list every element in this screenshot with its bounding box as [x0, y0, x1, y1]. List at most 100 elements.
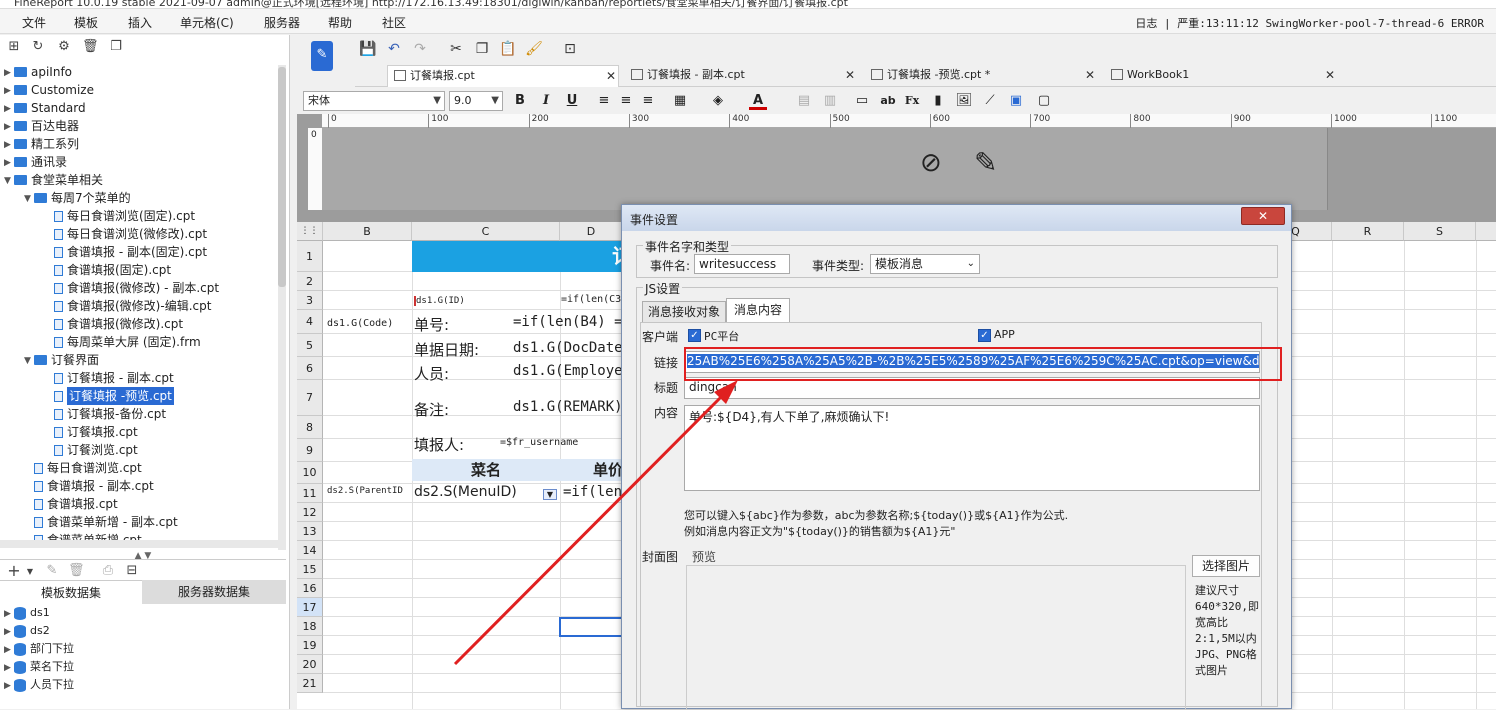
- tree-hscrollbar[interactable]: [0, 540, 286, 548]
- close-icon[interactable]: ✕: [1241, 207, 1285, 225]
- cell-b10[interactable]: ds2.S(ParentID: [327, 486, 403, 496]
- row-header[interactable]: 8: [297, 416, 323, 439]
- tab-doc-2[interactable]: 订餐填报 - 副本.cpt ✕: [625, 65, 857, 87]
- cell-c8[interactable]: 填报人:: [414, 434, 464, 455]
- font-size-select[interactable]: 9.0 ▼: [449, 91, 503, 111]
- tree-item[interactable]: 食谱填报(微修改).cpt: [44, 315, 183, 333]
- tab-doc-3[interactable]: 订餐填报 -预览.cpt * ✕: [865, 65, 1097, 87]
- row-header[interactable]: 11: [297, 484, 323, 503]
- fill-color-icon[interactable]: ◈: [709, 92, 727, 110]
- tab-template-datasets[interactable]: 模板数据集: [0, 580, 142, 604]
- selected-cell[interactable]: [559, 617, 623, 637]
- subreport-icon[interactable]: ▣: [1007, 92, 1025, 110]
- cell-e3[interactable]: =if(len(C3: [561, 294, 621, 305]
- formula-icon[interactable]: Fx: [903, 92, 921, 110]
- row-header[interactable]: 4: [297, 310, 323, 334]
- tree-item[interactable]: 订餐填报.cpt: [44, 423, 138, 441]
- chevron-right-icon[interactable]: ▶: [4, 659, 14, 677]
- chevron-right-icon[interactable]: ▶: [4, 100, 14, 118]
- underline-icon[interactable]: U: [563, 92, 581, 110]
- font-color-icon[interactable]: A: [749, 92, 767, 110]
- cell-d4[interactable]: =if(len(B4) =: [513, 314, 623, 330]
- tab-doc-1[interactable]: 订餐填报.cpt ✕: [387, 65, 619, 87]
- cell-c6[interactable]: 人员:: [414, 363, 449, 384]
- row-header[interactable]: 1: [297, 241, 323, 272]
- chevron-right-icon[interactable]: ▶: [4, 677, 14, 695]
- save-icon[interactable]: 💾: [359, 40, 377, 58]
- dataset-item[interactable]: ▶ 人员下拉: [4, 676, 74, 694]
- paste-icon[interactable]: 📋: [499, 40, 517, 58]
- menu-template[interactable]: 模板: [74, 14, 98, 31]
- widget-icon[interactable]: ▢: [1035, 92, 1053, 110]
- tree-item[interactable]: 订餐填报 -预览.cpt: [44, 387, 174, 405]
- sql-icon[interactable]: ⊟: [124, 563, 140, 579]
- tree-item[interactable]: 食谱菜单新增 - 副本.cpt: [24, 513, 178, 531]
- row-header[interactable]: 9: [297, 439, 323, 462]
- row-header[interactable]: 10: [297, 462, 323, 484]
- align-center-icon[interactable]: ≡: [617, 92, 635, 110]
- cell-d5[interactable]: ds1.G(DocDate): [513, 340, 631, 356]
- event-type-select[interactable]: 模板消息 ⌄: [870, 254, 980, 274]
- row-header[interactable]: 19: [297, 636, 323, 655]
- dataset-item[interactable]: ▶ ds1: [4, 604, 50, 622]
- menu-community[interactable]: 社区: [382, 14, 406, 31]
- content-textarea[interactable]: 单号:${D4},有人下单了,麻烦确认下!: [684, 405, 1260, 491]
- chevron-down-icon[interactable]: ▼: [24, 352, 34, 370]
- event-name-input[interactable]: writesuccess: [694, 254, 790, 274]
- italic-icon[interactable]: I: [537, 92, 555, 110]
- chevron-down-icon[interactable]: ▼: [24, 190, 34, 208]
- tree-item[interactable]: ▼ 食堂菜单相关: [4, 171, 103, 189]
- tree-item[interactable]: 食谱填报(固定).cpt: [44, 261, 171, 279]
- chevron-right-icon[interactable]: ▶: [4, 154, 14, 172]
- row-header[interactable]: 6: [297, 357, 323, 380]
- chevron-right-icon[interactable]: ▶: [4, 118, 14, 136]
- font-family-select[interactable]: 宋体 ▼: [303, 91, 445, 111]
- align-left-icon[interactable]: ≡: [595, 92, 613, 110]
- tree-item[interactable]: ▼ 订餐界面: [24, 351, 99, 370]
- refresh-icon[interactable]: ↻: [30, 39, 46, 55]
- column-header-s[interactable]: S: [1404, 222, 1476, 241]
- tree-item[interactable]: 食谱填报.cpt: [24, 495, 118, 513]
- bold-icon[interactable]: B: [511, 92, 529, 110]
- cell-c4[interactable]: 单号:: [414, 314, 449, 335]
- align-right-icon[interactable]: ≡: [639, 92, 657, 110]
- preview-icon[interactable]: ⎙: [100, 563, 116, 579]
- tree-item[interactable]: 食谱填报(微修改) - 副本.cpt: [44, 279, 219, 297]
- close-icon[interactable]: ✕: [1325, 65, 1335, 85]
- image-icon[interactable]: 🖼: [955, 92, 973, 110]
- row-header[interactable]: 14: [297, 541, 323, 560]
- row-header[interactable]: 20: [297, 655, 323, 674]
- tree-item[interactable]: ▶ 百达电器: [4, 117, 79, 136]
- cell-d8[interactable]: =$fr_username: [500, 437, 578, 448]
- hide-icon[interactable]: ⊘: [920, 148, 942, 178]
- settings-icon[interactable]: ⚙: [56, 39, 72, 55]
- row-header[interactable]: 21: [297, 674, 323, 693]
- dialog-titlebar[interactable]: 事件设置 ✕: [622, 205, 1291, 231]
- dataset-item[interactable]: ▶ 部门下拉: [4, 640, 74, 658]
- menu-insert[interactable]: 插入: [128, 14, 152, 31]
- chevron-right-icon[interactable]: ▶: [4, 82, 14, 100]
- row-header[interactable]: 5: [297, 334, 323, 357]
- error-log[interactable]: 日志 | 严重:13:11:12 SwingWorker-pool-7-thre…: [1135, 15, 1484, 31]
- tree-item[interactable]: 每日食谱浏览(固定).cpt: [44, 207, 195, 225]
- insert-label-icon[interactable]: ab: [879, 92, 897, 110]
- column-header-c[interactable]: C: [412, 222, 560, 241]
- row-header[interactable]: 18: [297, 617, 323, 636]
- cell-d6[interactable]: ds1.G(Employee: [513, 363, 631, 379]
- tab-server-datasets[interactable]: 服务器数据集: [142, 580, 286, 604]
- tree-item[interactable]: 订餐填报 - 副本.cpt: [44, 369, 174, 387]
- delete-icon[interactable]: 🗑: [82, 39, 99, 55]
- tree-item[interactable]: 每日食谱浏览.cpt: [24, 459, 142, 477]
- tree-item[interactable]: ▼ 每周7个菜单的: [24, 189, 131, 208]
- preview-icon[interactable]: ⊡: [561, 40, 579, 58]
- row-header[interactable]: 2: [297, 272, 323, 291]
- column-header-b[interactable]: B: [323, 222, 412, 241]
- insert-text-icon[interactable]: ▭: [853, 92, 871, 110]
- cell-b4[interactable]: ds1.G(Code): [327, 318, 393, 329]
- template-icon[interactable]: ✎: [311, 41, 333, 71]
- tree-item[interactable]: ▶ Standard: [4, 99, 86, 118]
- tree-item[interactable]: 订餐浏览.cpt: [44, 441, 138, 459]
- format-brush-icon[interactable]: 🖌: [525, 40, 543, 58]
- cell-d7[interactable]: ds1.G(REMARK): [513, 399, 623, 415]
- copy-icon[interactable]: ❐: [108, 39, 124, 55]
